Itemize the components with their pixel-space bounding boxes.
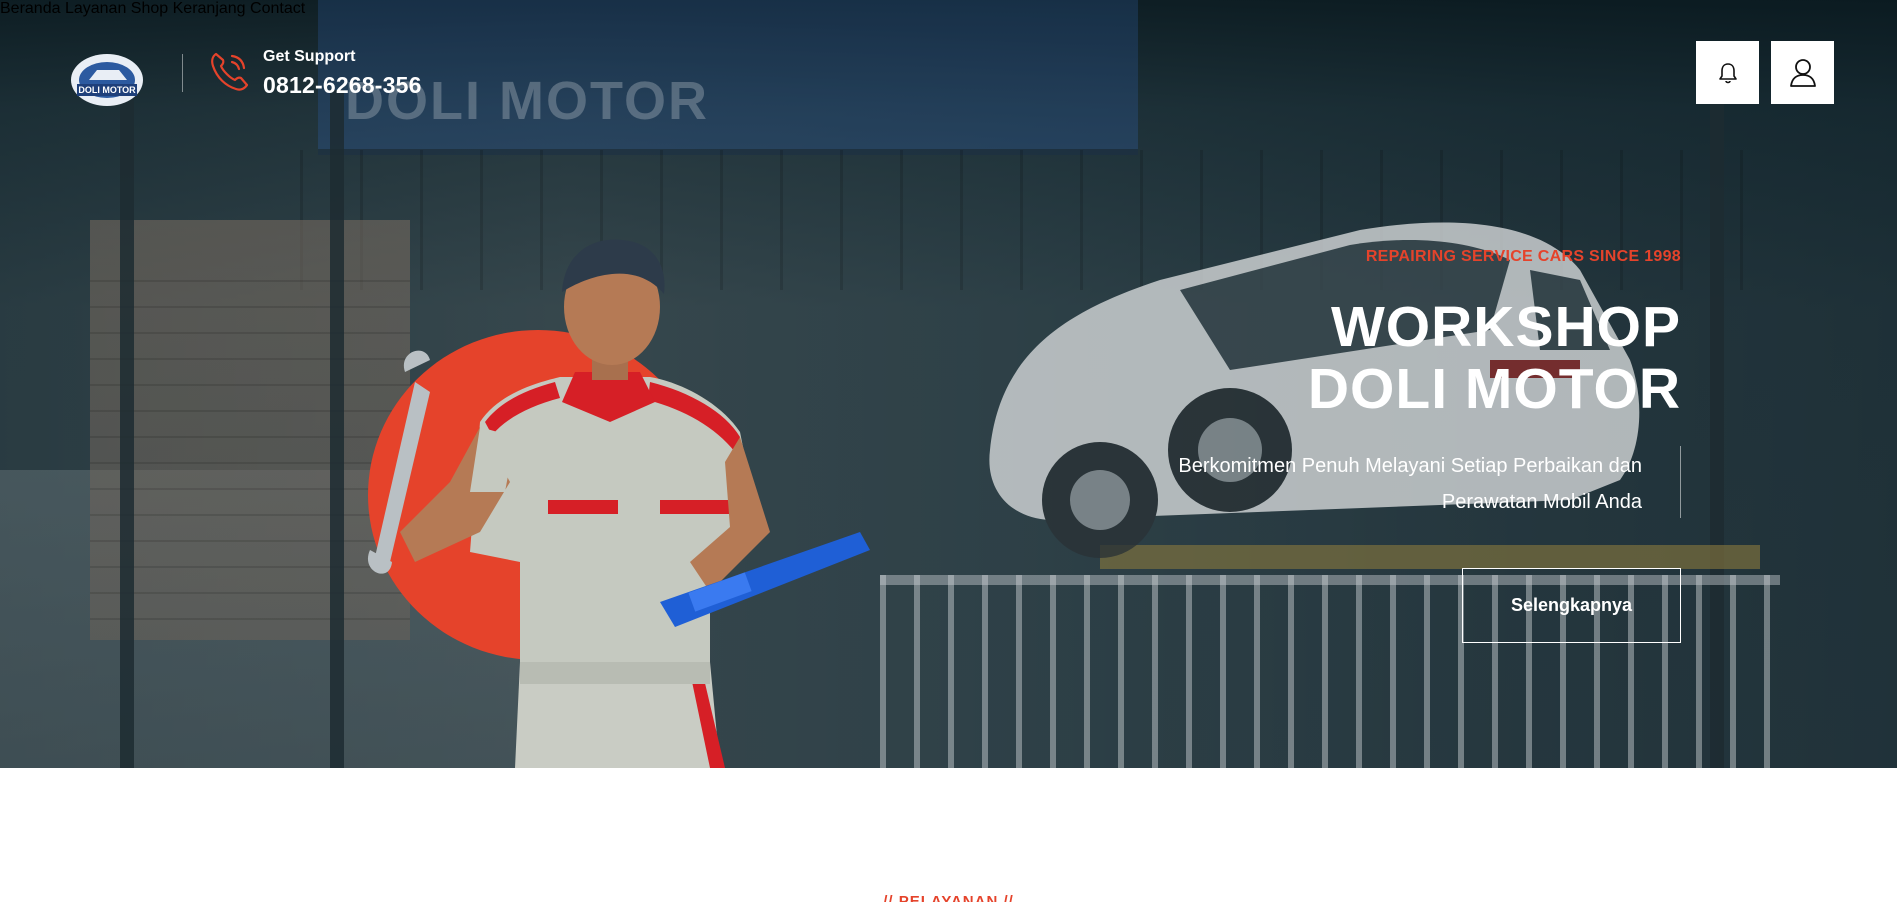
nav-link-shop[interactable]: Shop	[131, 0, 168, 17]
mechanic-image	[367, 239, 870, 768]
hero-description: Berkomitmen Penuh Melayani Setiap Perbai…	[1082, 448, 1642, 520]
hero-description-line-2: Perawatan Mobil Anda	[1441, 491, 1642, 513]
nav-link-keranjang[interactable]: Keranjang	[173, 0, 246, 17]
hero-section: DOLI MOTOR DOLI MOTOR Get Support 0812-6…	[0, 0, 1897, 768]
hero-tagline: REPAIRING SERVICE CARS SINCE 1998	[1365, 248, 1681, 265]
logo-text: DOLI MOTOR	[78, 85, 136, 95]
hero-title-line-1: WORKSHOP	[1331, 295, 1681, 359]
header-divider	[182, 54, 183, 92]
nav-link-layanan[interactable]: Layanan	[65, 0, 126, 17]
phone-icon	[211, 52, 249, 91]
bell-icon	[1718, 62, 1737, 83]
background-pole	[120, 90, 134, 768]
services-eyebrow: // PELAYANAN //	[883, 893, 1014, 902]
nav-link-beranda[interactable]: Beranda	[0, 0, 61, 17]
account-button[interactable]	[1771, 41, 1834, 104]
nav-link-contact[interactable]: Contact	[250, 0, 305, 17]
brand-logo[interactable]: DOLI MOTOR	[67, 50, 147, 112]
user-icon	[1789, 58, 1816, 87]
hero-description-divider	[1680, 446, 1681, 518]
notifications-button[interactable]	[1696, 41, 1759, 104]
support-phone-number[interactable]: 0812-6268-356	[263, 72, 422, 99]
hero-title-line-2: DOLI MOTOR	[1307, 357, 1681, 421]
support-label: Get Support	[263, 48, 356, 65]
hero-description-line-1: Berkomitmen Penuh Melayani Setiap Perbai…	[1178, 455, 1642, 477]
hero-title: WORKSHOP DOLI MOTOR	[1308, 296, 1681, 420]
learn-more-button[interactable]: Selengkapnya	[1462, 568, 1681, 643]
